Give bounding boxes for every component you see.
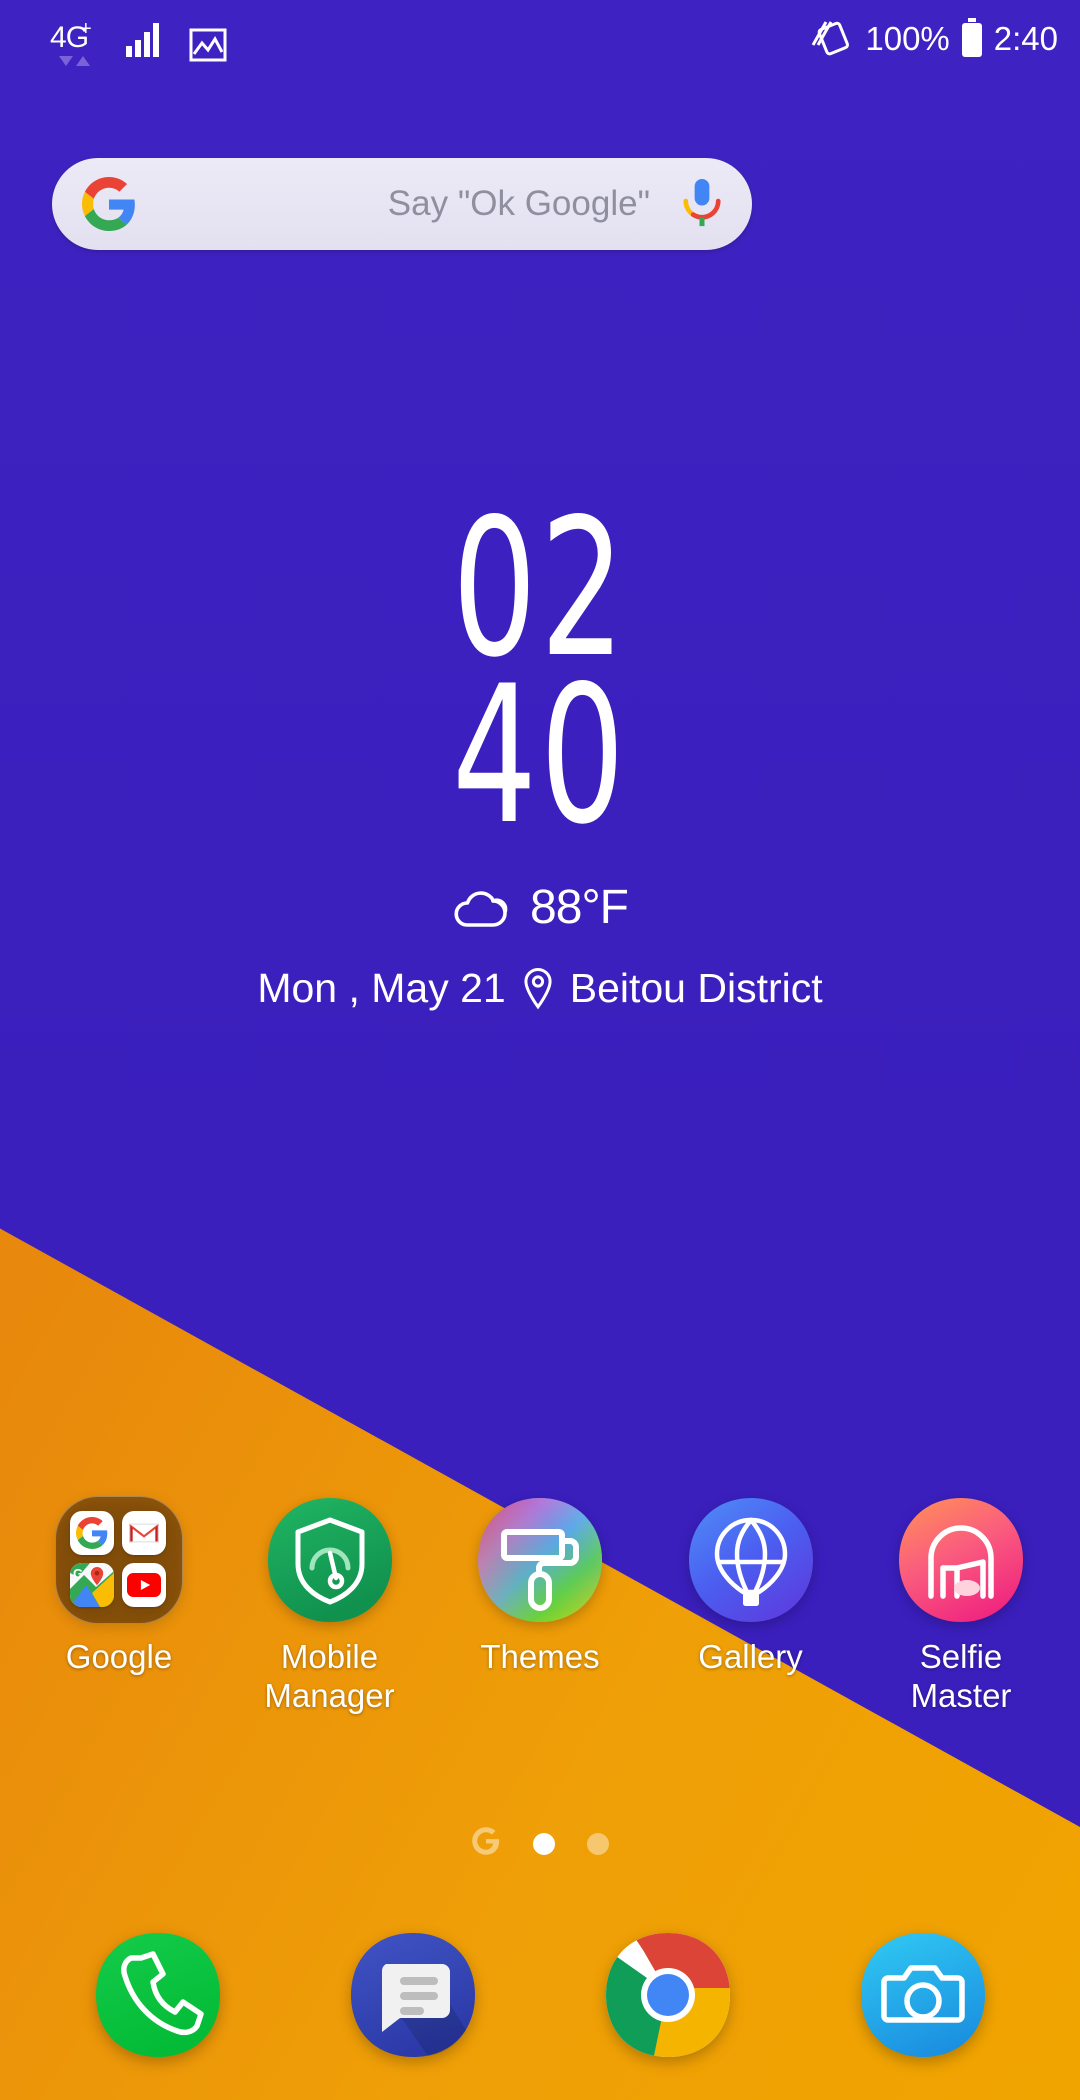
clock-minutes: 40 (452, 645, 628, 867)
google-search-bar[interactable]: Say "Ok Google" (52, 158, 752, 250)
app-item-google-folder[interactable]: G Google (24, 1496, 214, 1716)
mobile-manager-shield-icon[interactable] (266, 1496, 394, 1624)
messages-bubble-icon[interactable] (348, 1930, 478, 2060)
battery-percent-label: 100% (865, 19, 950, 57)
app-grid: G Google Mobile Manager Themes Gallery S… (0, 1496, 1080, 1716)
screenshot-image-icon (189, 26, 227, 64)
location-label: Beitou District (569, 965, 823, 1011)
themes-paint-roller-icon[interactable] (476, 1496, 604, 1624)
folder-mini-google-icon (70, 1511, 114, 1555)
app-label: Gallery (698, 1638, 803, 1675)
selfie-master-face-icon[interactable] (897, 1496, 1025, 1624)
data-transfer-arrows-icon (59, 56, 90, 66)
gallery-hot-air-balloon-icon[interactable] (687, 1496, 815, 1624)
svg-text:G: G (73, 1566, 83, 1581)
dock (0, 1930, 1080, 2060)
search-placeholder-text: Say "Ok Google" (387, 184, 650, 223)
page-indicator[interactable] (0, 1826, 1080, 1862)
phone-handset-icon[interactable] (93, 1930, 223, 2060)
app-item-gallery[interactable]: Gallery (656, 1496, 846, 1716)
google-g-logo (82, 177, 136, 231)
app-label: Mobile Manager (264, 1638, 395, 1714)
cloud-icon (452, 885, 514, 931)
network-type-label: 4 (50, 21, 67, 54)
network-type-indicator: 4 G + (50, 19, 99, 66)
date-location-row[interactable]: Mon , May 21 Beitou District (0, 965, 1080, 1012)
android-home-screen: 4 G + 100% 2:40 Say "Ok Google" 02 40 88… (0, 0, 1080, 2100)
status-bar[interactable]: 4 G + 100% 2:40 (0, 0, 1080, 76)
page-dot-active[interactable] (533, 1833, 555, 1855)
auto-rotate-icon (809, 15, 855, 61)
app-label: Google (65, 1638, 173, 1675)
google-microphone-icon[interactable] (678, 176, 726, 232)
date-label: Mon , May 21 (257, 965, 506, 1011)
status-clock-label: 2:40 (993, 19, 1058, 57)
app-label: Selfie Master (910, 1638, 1012, 1714)
temperature-label: 88°F (530, 881, 629, 934)
weather-row[interactable]: 88°F (0, 880, 1080, 935)
page-indicator-google-glyph[interactable] (471, 1826, 501, 1862)
page-dot-inactive[interactable] (587, 1833, 609, 1855)
chrome-icon[interactable] (603, 1930, 733, 2060)
app-item-mobile-manager[interactable]: Mobile Manager (235, 1496, 425, 1716)
app-item-selfie-master[interactable]: Selfie Master (866, 1496, 1056, 1716)
signal-bars-icon (125, 18, 167, 58)
clock-widget[interactable]: 02 40 (0, 493, 1080, 867)
folder-mini-maps-icon: G (70, 1563, 114, 1607)
app-item-themes[interactable]: Themes (445, 1496, 635, 1716)
folder-mini-gmail-icon (122, 1511, 166, 1555)
battery-full-icon (959, 17, 985, 59)
camera-icon[interactable] (858, 1930, 988, 2060)
google-folder-icon[interactable]: G (55, 1496, 183, 1624)
location-pin-icon (520, 966, 556, 1012)
app-label: Themes (480, 1638, 600, 1675)
folder-mini-youtube-icon (122, 1563, 166, 1607)
network-plus-label: + (80, 18, 92, 40)
